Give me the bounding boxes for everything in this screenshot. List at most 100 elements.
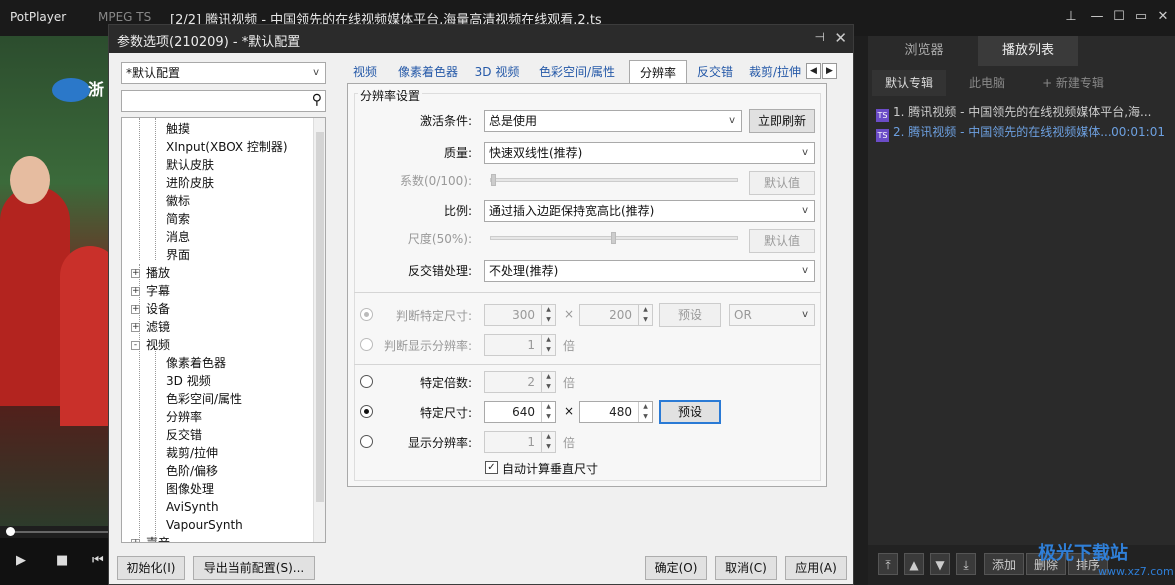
- spin-arrows-icon[interactable]: ▲ ▼: [638, 305, 652, 325]
- search-input[interactable]: ⚲: [121, 90, 326, 112]
- tree-item[interactable]: 消息: [166, 228, 190, 246]
- coef-slider[interactable]: [490, 174, 738, 186]
- coef-default-button[interactable]: 默认值: [749, 171, 815, 195]
- app-name[interactable]: PotPlayer: [10, 10, 66, 24]
- refresh-button[interactable]: 立即刷新: [749, 109, 815, 133]
- tree-item[interactable]: 触摸: [166, 120, 190, 138]
- tree-scrollbar[interactable]: [313, 118, 325, 542]
- tree-item[interactable]: 声音: [146, 534, 170, 542]
- tree-item[interactable]: 色阶/偏移: [166, 462, 218, 480]
- judge-width-input[interactable]: 300 ▲ ▼: [484, 304, 556, 326]
- cancel-button[interactable]: 取消(C): [715, 556, 777, 580]
- activate-select[interactable]: 总是使用 v: [484, 110, 742, 132]
- seek-knob[interactable]: [6, 527, 15, 536]
- spin-arrows-icon[interactable]: ▲ ▼: [638, 402, 652, 422]
- tab-crop-stretch[interactable]: 裁剪/拉伸: [745, 60, 805, 84]
- search-icon[interactable]: ⚲: [312, 90, 322, 110]
- tab-playlist[interactable]: 播放列表: [978, 36, 1078, 66]
- scale-slider[interactable]: [490, 232, 738, 244]
- tree-item[interactable]: 徽标: [166, 192, 190, 210]
- playlist-item-active[interactable]: TS 2. 腾讯视频 - 中国领先的在线视频媒体... 00:01:01: [876, 122, 1171, 142]
- expand-icon[interactable]: +: [131, 287, 140, 296]
- expand-icon[interactable]: +: [131, 305, 140, 314]
- maximize-icon[interactable]: ☐: [1110, 8, 1128, 26]
- tree-item[interactable]: 默认皮肤: [166, 156, 214, 174]
- tree-item[interactable]: 图像处理: [166, 480, 214, 498]
- move-up-icon[interactable]: ▲: [904, 553, 924, 575]
- tree-item[interactable]: VapourSynth: [166, 516, 243, 534]
- tree-item[interactable]: 简索: [166, 210, 190, 228]
- dialog-title-bar[interactable]: 参数选项(210209) - *默认配置 ⊣ ✕: [109, 25, 853, 53]
- tree-item[interactable]: 进阶皮肤: [166, 174, 214, 192]
- tree-item[interactable]: 界面: [166, 246, 190, 264]
- judge-res-input[interactable]: 1 ▲ ▼: [484, 334, 556, 356]
- display-res-input[interactable]: 1 ▲ ▼: [484, 431, 556, 453]
- tree-item[interactable]: 滤镜: [146, 318, 170, 336]
- size-preset-button[interactable]: 预设: [659, 400, 721, 424]
- close-icon[interactable]: ✕: [1154, 8, 1172, 26]
- seek-track[interactable]: [8, 531, 110, 533]
- size-height-input[interactable]: 480 ▲ ▼: [579, 401, 653, 423]
- tree-item[interactable]: 裁剪/拉伸: [166, 444, 218, 462]
- tree-item[interactable]: 播放: [146, 264, 170, 282]
- export-button[interactable]: 导出当前配置(S)...: [193, 556, 315, 580]
- or-select[interactable]: OR v: [729, 304, 815, 326]
- ratio-select[interactable]: 通过插入边距保持宽高比(推荐) v: [484, 200, 815, 222]
- tree-item[interactable]: 视频: [146, 336, 170, 354]
- scrollbar-thumb[interactable]: [316, 132, 324, 502]
- video-frame[interactable]: 浙: [0, 36, 110, 526]
- tab-browser[interactable]: 浏览器: [874, 36, 974, 66]
- auto-height-label[interactable]: 自动计算垂直尺寸: [502, 460, 598, 477]
- scale-default-button[interactable]: 默认值: [749, 229, 815, 253]
- seek-bar[interactable]: [0, 526, 110, 536]
- tree-item[interactable]: 色彩空间/属性: [166, 390, 242, 408]
- slider-thumb[interactable]: [491, 174, 496, 186]
- spin-arrows-icon[interactable]: ▲ ▼: [541, 402, 555, 422]
- judge-preset-button[interactable]: 预设: [659, 303, 721, 327]
- spin-arrows-icon[interactable]: ▲ ▼: [541, 372, 555, 392]
- specific-mult-input[interactable]: 2 ▲ ▼: [484, 371, 556, 393]
- minimize-icon[interactable]: —: [1088, 8, 1106, 26]
- tab-video[interactable]: 视频: [347, 60, 383, 84]
- init-button[interactable]: 初始化(I): [117, 556, 185, 580]
- tab-pixel-shader[interactable]: 像素着色器: [389, 60, 467, 84]
- move-top-icon[interactable]: ⤒: [878, 553, 898, 575]
- play-icon[interactable]: ▶: [16, 553, 26, 568]
- move-down-icon[interactable]: ▼: [930, 553, 950, 575]
- subtab-this-pc[interactable]: 此电脑: [950, 70, 1024, 96]
- tab-scroll-left-icon[interactable]: ◀: [806, 63, 821, 79]
- expand-icon[interactable]: +: [131, 539, 140, 542]
- auto-height-checkbox[interactable]: ✓: [485, 461, 498, 474]
- move-bottom-icon[interactable]: ⤓: [956, 553, 976, 575]
- prev-icon[interactable]: ⏮: [92, 553, 104, 568]
- pin-icon[interactable]: ⊥: [1062, 8, 1080, 26]
- spin-arrows-icon[interactable]: ▲ ▼: [541, 432, 555, 452]
- profile-select[interactable]: *默认配置 v: [121, 62, 326, 84]
- tree-item[interactable]: 反交错: [166, 426, 202, 444]
- tree-item[interactable]: XInput(XBOX 控制器): [166, 138, 288, 156]
- subtab-new-album[interactable]: + 新建专辑: [1028, 70, 1118, 96]
- deint-select[interactable]: 不处理(推荐) v: [484, 260, 815, 282]
- subtab-default-album[interactable]: 默认专辑: [872, 70, 946, 96]
- tab-resolution[interactable]: 分辨率: [629, 60, 687, 84]
- playlist-item[interactable]: TS 1. 腾讯视频 - 中国领先的在线视频媒体平台,海...: [876, 102, 1171, 122]
- quality-select[interactable]: 快速双线性(推荐) v: [484, 142, 815, 164]
- size-width-input[interactable]: 640 ▲ ▼: [484, 401, 556, 423]
- apply-button[interactable]: 应用(A): [785, 556, 847, 580]
- stop-icon[interactable]: ■: [56, 553, 68, 568]
- collapse-icon[interactable]: -: [131, 341, 140, 350]
- spin-arrows-icon[interactable]: ▲ ▼: [541, 305, 555, 325]
- tab-scroll-right-icon[interactable]: ▶: [822, 63, 837, 79]
- add-button[interactable]: 添加: [984, 553, 1024, 575]
- tree-item[interactable]: 像素着色器: [166, 354, 226, 372]
- judge-height-input[interactable]: 200 ▲ ▼: [579, 304, 653, 326]
- settings-tree[interactable]: 触摸 XInput(XBOX 控制器) 默认皮肤 进阶皮肤 徽标 简索 消息 界面 + 播放 + 字幕…: [121, 117, 326, 543]
- restore-icon[interactable]: ▭: [1132, 8, 1150, 26]
- ok-button[interactable]: 确定(O): [645, 556, 707, 580]
- pin-icon[interactable]: ⊣: [815, 30, 825, 44]
- tree-item[interactable]: 设备: [146, 300, 170, 318]
- tab-deinterlace[interactable]: 反交错: [691, 60, 739, 84]
- tree-item[interactable]: 3D 视频: [166, 372, 211, 390]
- expand-icon[interactable]: +: [131, 323, 140, 332]
- tree-item[interactable]: AviSynth: [166, 498, 219, 516]
